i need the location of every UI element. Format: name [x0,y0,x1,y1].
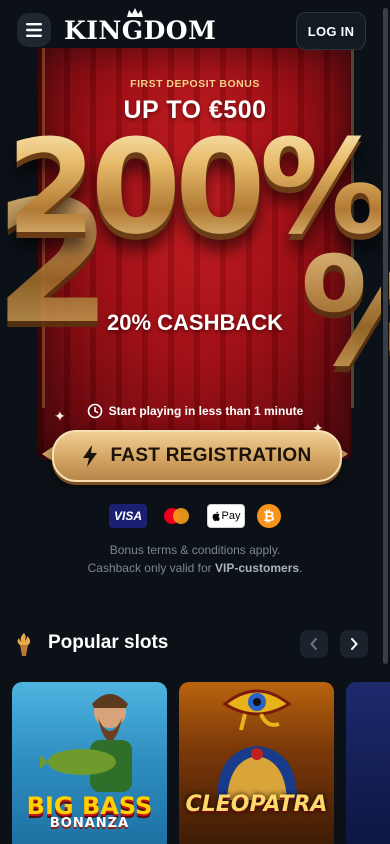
cleopatra-headdress-illustration [217,746,297,800]
slot-card-cleopatra[interactable]: CLEOPATRA [179,682,334,844]
header: KINGDOM LOG IN [0,0,390,60]
bonus-label: FIRST DEPOSIT BONUS [130,78,260,90]
hero-banner: 2 % FIRST DEPOSIT BONUS UP TO €500 200% … [0,48,390,488]
logo-text: KINGDOM [64,15,217,45]
sparkle-icon: ✦ [54,408,66,424]
bitcoin-icon: ₿ [257,504,281,528]
login-button[interactable]: LOG IN [296,12,366,50]
popular-slots-carousel: BIG BASS BONANZA CLEOPATRA [12,682,390,844]
terms-line-2: Cashback only valid for VIP-customers. [87,561,303,575]
bonus-percent: 200% [0,112,390,262]
kingdom-logo[interactable]: KINGDOM [64,8,217,46]
visa-icon: VISA [109,504,147,528]
slot-subtitle: BONANZA [49,816,130,831]
hamburger-icon [26,23,42,37]
slot-card-partial[interactable] [346,682,390,844]
clock-icon [87,403,102,419]
scrollbar-thumb[interactable] [383,8,388,664]
slots-prev-button[interactable] [300,630,328,658]
apple-pay-icon: Pay [207,504,245,528]
apple-logo-icon [212,511,220,521]
apple-pay-label: Pay [221,510,241,522]
fast-registration-button[interactable]: FAST REGISTRATION [52,430,342,482]
slots-next-button[interactable] [340,630,368,658]
fast-registration-wrapper: FAST REGISTRATION [42,426,348,482]
menu-button[interactable] [17,13,51,47]
chevron-right-icon [351,638,358,650]
fast-registration-label: FAST REGISTRATION [110,445,312,466]
slot-card-big-bass-bonanza[interactable]: BIG BASS BONANZA [12,682,167,844]
eye-of-horus-icon [222,689,292,731]
mastercard-icon [159,504,195,528]
fisherman-illustration [40,694,132,792]
lightning-icon [83,445,98,467]
slot-title: CLEOPATRA [185,792,328,817]
bonus-terms: Bonus terms & conditions apply. Cashback… [0,541,390,577]
popular-slots-header: Popular slots [14,628,376,660]
vip-customers-text: VIP-customers [215,561,300,575]
crown-icon [127,8,143,17]
start-playing-text: Start playing in less than 1 minute [108,404,304,418]
cashback-text: 20% CASHBACK [106,310,284,335]
torch-icon [17,633,31,656]
terms-line-1: Bonus terms & conditions apply. [109,543,281,557]
payment-methods: VISA Pay ₿ [109,503,281,529]
section-title: Popular slots [48,632,169,653]
chevron-left-icon [310,638,317,650]
